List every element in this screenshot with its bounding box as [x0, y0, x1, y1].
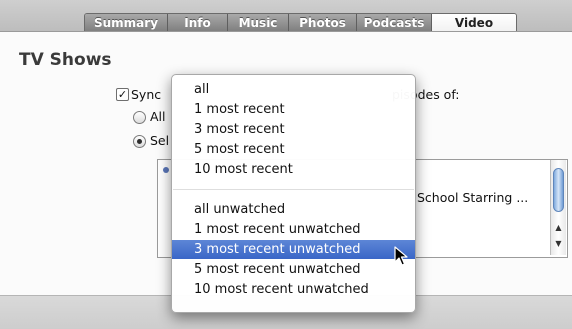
- scroll-down-arrow-icon[interactable]: ▼: [551, 238, 566, 250]
- sync-checkbox[interactable]: ✓: [116, 88, 129, 101]
- sync-label: Sync: [131, 87, 162, 102]
- check-icon: ✓: [117, 88, 128, 101]
- menu-item-5-most-recent-unwatched[interactable]: 5 most recent unwatched: [172, 260, 415, 279]
- tab-summary[interactable]: Summary: [85, 14, 168, 32]
- menu-item-3-most-recent-unwatched[interactable]: 3 most recent unwatched: [172, 240, 415, 259]
- tab-strip: Summary Info Music Photos Podcasts Video: [84, 13, 517, 32]
- tab-photos[interactable]: Photos: [289, 14, 357, 32]
- section-title: TV Shows: [19, 50, 112, 70]
- list-scrollbar[interactable]: ▲ ▼: [550, 160, 566, 255]
- menu-item-1-most-recent[interactable]: 1 most recent: [172, 100, 415, 119]
- tab-podcasts[interactable]: Podcasts: [357, 14, 432, 32]
- tab-music[interactable]: Music: [228, 14, 289, 32]
- radio-selected[interactable]: [133, 135, 146, 148]
- tab-video[interactable]: Video: [432, 14, 516, 32]
- menu-item-all[interactable]: all: [172, 80, 415, 99]
- radio-selected-label: Sel: [150, 133, 170, 148]
- tab-bar: Summary Info Music Photos Podcasts Video: [0, 0, 572, 32]
- scroll-thumb[interactable]: [553, 168, 564, 212]
- menu-item-1-most-recent-unwatched[interactable]: 1 most recent unwatched: [172, 220, 415, 239]
- scroll-up-arrow-icon[interactable]: ▲: [551, 222, 566, 234]
- menu-item-10-most-recent[interactable]: 10 most recent: [172, 160, 415, 179]
- arrow-cursor-icon: [394, 246, 408, 266]
- menu-item-all-unwatched[interactable]: all unwatched: [172, 200, 415, 219]
- menu-item-5-most-recent[interactable]: 5 most recent: [172, 140, 415, 159]
- unwatched-dot-icon: [163, 167, 169, 173]
- episode-count-menu: all 1 most recent 3 most recent 5 most r…: [171, 74, 416, 313]
- tab-info[interactable]: Info: [168, 14, 228, 32]
- radio-all-label: All: [150, 109, 166, 124]
- menu-separator: [173, 189, 414, 190]
- list-item[interactable]: School Starring ...: [417, 190, 528, 205]
- menu-item-3-most-recent[interactable]: 3 most recent: [172, 120, 415, 139]
- menu-item-10-most-recent-unwatched[interactable]: 10 most recent unwatched: [172, 280, 415, 299]
- radio-all[interactable]: [133, 111, 146, 124]
